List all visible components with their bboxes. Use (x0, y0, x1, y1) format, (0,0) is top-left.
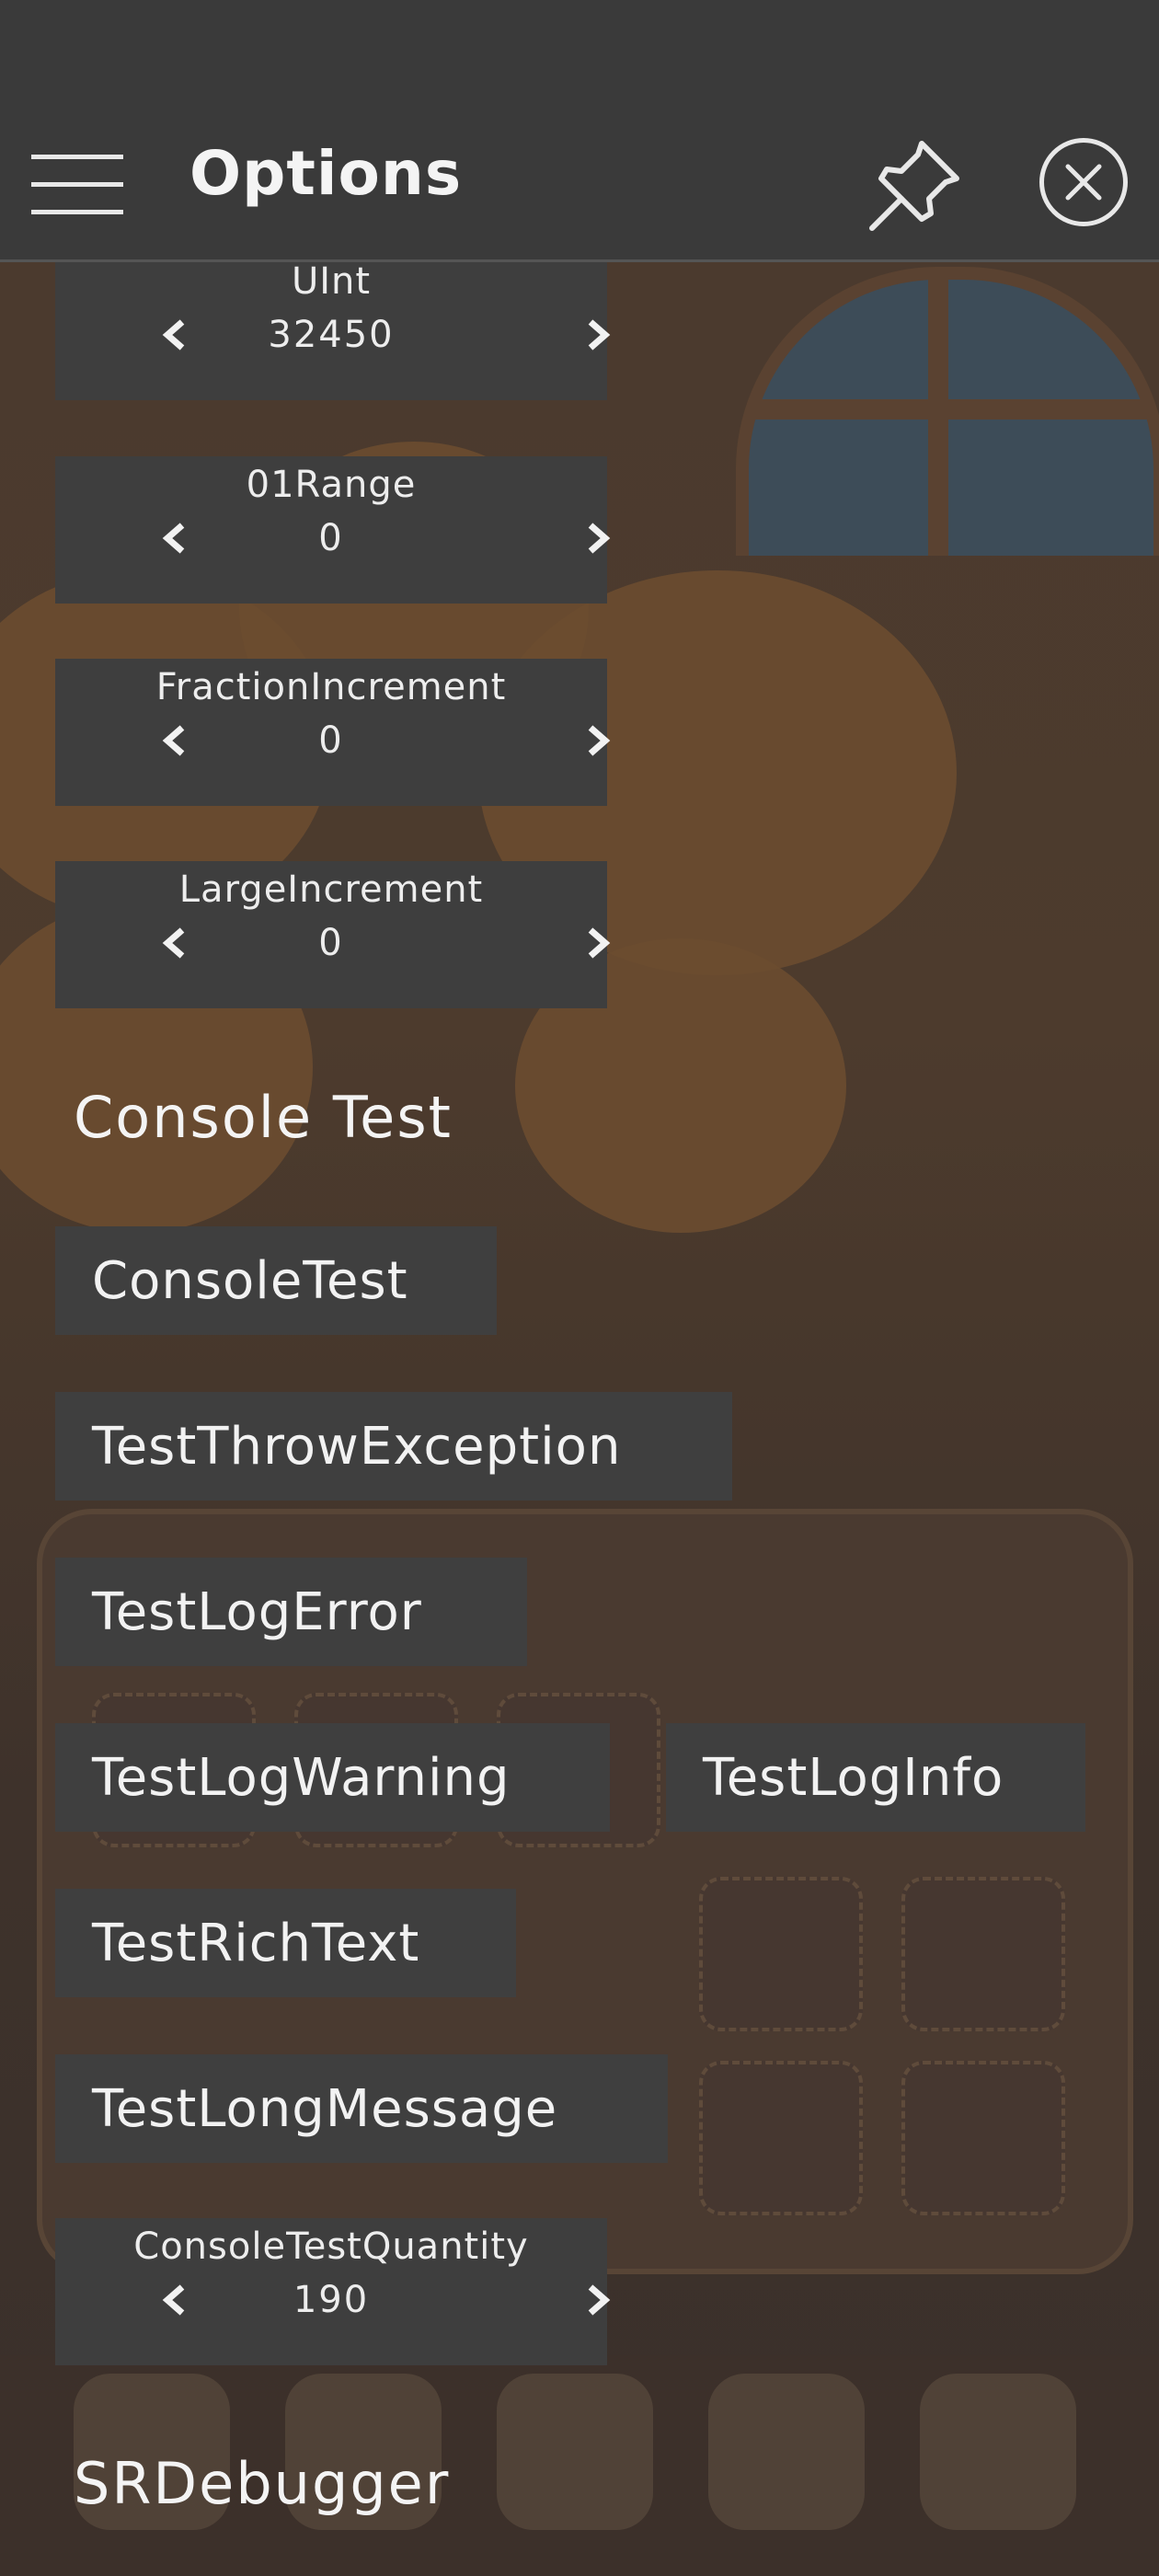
increment-arrow-icon[interactable] (567, 2268, 631, 2332)
number-label: LargeIncrement (178, 868, 484, 911)
test-rich-text-button[interactable]: TestRichText (55, 1889, 516, 1997)
increment-arrow-icon[interactable] (567, 708, 631, 773)
test-log-warning-button[interactable]: TestLogWarning (55, 1723, 610, 1832)
close-icon[interactable] (1039, 138, 1128, 226)
test-throw-exception-button[interactable]: TestThrowException (55, 1392, 732, 1501)
fraction-increment-number-control: FractionIncrement 0 (55, 659, 611, 806)
range01-number-control: 01Range 0 (55, 456, 611, 604)
test-log-info-button[interactable]: TestLogInfo (666, 1723, 1085, 1832)
increment-arrow-icon[interactable] (567, 506, 631, 570)
number-value[interactable]: 32450 (55, 314, 607, 356)
options-content: UInt 32450 01Range 0 FractionIncrement 0… (0, 262, 1159, 2576)
number-value[interactable]: 0 (55, 922, 607, 964)
console-test-button[interactable]: ConsoleTest (55, 1226, 497, 1335)
increment-arrow-icon[interactable] (567, 303, 631, 367)
number-label: 01Range (246, 464, 417, 506)
number-value[interactable]: 0 (55, 719, 607, 762)
console-test-section-title: Console Test (74, 1084, 453, 1151)
test-log-error-button[interactable]: TestLogError (55, 1558, 527, 1666)
page-title: Options (189, 138, 463, 209)
number-label: UInt (291, 262, 372, 303)
srdebugger-section-title: SRDebugger (74, 2450, 451, 2517)
test-long-message-button[interactable]: TestLongMessage (55, 2054, 668, 2163)
pin-icon[interactable] (865, 134, 966, 236)
number-label: ConsoleTestQuantity (133, 2225, 529, 2268)
uint-number-control: UInt 32450 (55, 262, 611, 400)
options-header: Options (0, 0, 1159, 262)
number-value[interactable]: 0 (55, 517, 607, 559)
increment-arrow-icon[interactable] (567, 911, 631, 975)
number-label: FractionIncrement (155, 666, 507, 708)
number-value[interactable]: 190 (55, 2279, 607, 2321)
console-test-quantity-control: ConsoleTestQuantity 190 (55, 2218, 611, 2365)
hamburger-menu-icon[interactable] (31, 155, 123, 215)
large-increment-number-control: LargeIncrement 0 (55, 861, 611, 1008)
